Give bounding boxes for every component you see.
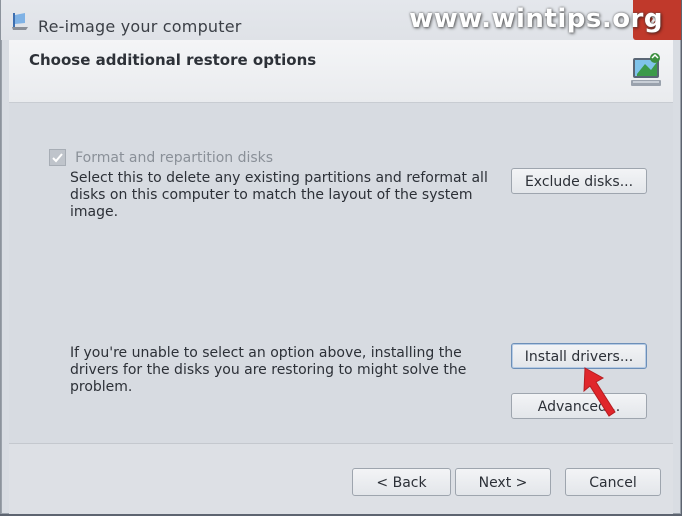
page-title: Choose additional restore options bbox=[29, 51, 317, 69]
back-button[interactable]: < Back bbox=[352, 468, 451, 496]
format-checkbox-label: Format and repartition disks bbox=[75, 149, 274, 166]
exclude-disks-button[interactable]: Exclude disks... bbox=[511, 168, 647, 194]
watermark-text: www.wintips.org bbox=[409, 4, 663, 34]
format-checkbox[interactable] bbox=[49, 149, 66, 166]
format-option-row: Format and repartition disks bbox=[49, 147, 273, 166]
computer-restore-icon bbox=[631, 53, 661, 86]
reimage-app-icon bbox=[12, 13, 28, 30]
reimage-wizard-window: Re-image your computer x www.wintips.org… bbox=[0, 0, 681, 514]
title-bar: Re-image your computer x www.wintips.org bbox=[1, 0, 681, 40]
cancel-button[interactable]: Cancel bbox=[565, 468, 661, 496]
window-title: Re-image your computer bbox=[38, 17, 242, 36]
next-button[interactable]: Next > bbox=[455, 468, 551, 496]
options-panel: Format and repartition disks Select this… bbox=[9, 103, 673, 443]
wizard-footer: < Back Next > Cancel bbox=[9, 443, 673, 514]
format-description: Select this to delete any existing parti… bbox=[70, 170, 488, 220]
red-arrow-annotation-icon bbox=[583, 367, 616, 417]
wizard-header: Choose additional restore options bbox=[9, 40, 673, 103]
checkmark-icon bbox=[52, 153, 63, 163]
drivers-description: If you're unable to select an option abo… bbox=[70, 345, 467, 395]
